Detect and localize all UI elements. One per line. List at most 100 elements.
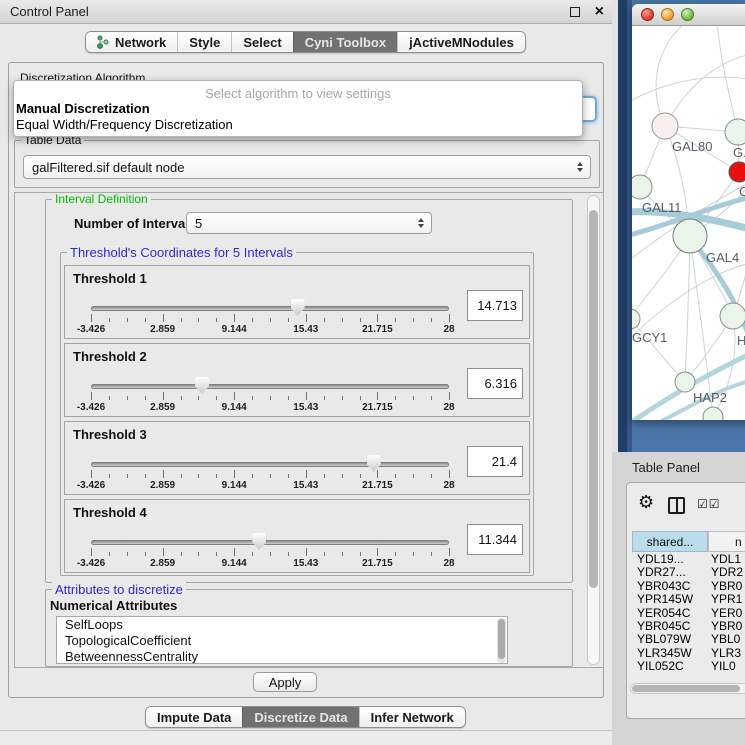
table-rows: YDL19...YDL1YDR27...YDR2YBR043CYBR0YPR14… (632, 552, 745, 675)
num-intervals-label: Number of Intervals (74, 216, 196, 231)
tab-cyni-toolbox[interactable]: Cyni Toolbox (293, 32, 397, 52)
network-node[interactable] (703, 407, 723, 420)
attributes-listbox: SelfLoopsTopologicalCoefficientBetweenne… (56, 616, 508, 664)
slider-ticks (91, 548, 449, 557)
table-horizontal-scrollbar[interactable] (630, 683, 745, 694)
control-panel-titlebar: Control Panel × (0, 0, 612, 24)
tab-infer-network[interactable]: Infer Network (359, 707, 465, 727)
network-canvas[interactable]: GAL80G.CGAL11GAL4GCY1HHAP2 (632, 26, 745, 420)
tab-jactivemnodules[interactable]: jActiveMNodules (397, 32, 525, 52)
threshold-label: Threshold 1 (73, 271, 147, 286)
gear-icon[interactable]: ⚙ (638, 492, 654, 513)
column-header-1[interactable]: shared... (632, 531, 708, 552)
network-icon (97, 35, 110, 49)
node-label: H (737, 333, 745, 348)
threshold-value-field[interactable]: 21.4 (467, 446, 523, 477)
settings-scroll-panel: Interval Definition Number of Intervals … (14, 192, 604, 668)
table-panel-region: Table Panel ⚙ ☑☑ shared...n YDL19...YDL1… (612, 452, 745, 745)
attribute-item-betweennesscentrality[interactable]: BetweennessCentrality (57, 649, 507, 664)
tab-network[interactable]: Network (86, 32, 177, 52)
attributes-scrollbar[interactable] (497, 618, 506, 663)
table-row[interactable]: YBR045CYBR0 (632, 619, 745, 632)
table-cell: YER0 (708, 606, 745, 619)
table-data-select[interactable]: galFiltered.sif default node (23, 155, 591, 179)
num-intervals-select[interactable]: 5 (186, 212, 432, 234)
table-row[interactable]: YBR043CYBR0 (632, 579, 745, 592)
network-node-h[interactable] (720, 303, 745, 329)
tab-label: Style (189, 35, 220, 50)
algorithm-option-manual-discretization[interactable]: Manual Discretization (14, 101, 582, 117)
close-window-icon[interactable] (641, 8, 654, 21)
network-node-gal4[interactable] (673, 219, 707, 253)
split-view-icon[interactable] (668, 497, 685, 514)
table-data-group: Table Data galFiltered.sif default node (14, 140, 600, 188)
float-panel-icon[interactable] (570, 7, 580, 17)
interval-definition-group: Interval Definition Number of Intervals … (45, 199, 573, 583)
table-row[interactable]: YDL19...YDL1 (632, 552, 745, 565)
threshold-slider-track[interactable] (91, 306, 449, 311)
network-window-titlebar[interactable] (632, 4, 745, 26)
table-cell: YDL1 (708, 552, 745, 565)
algorithm-option-equal-width-frequency-discretization[interactable]: Equal Width/Frequency Discretization (14, 117, 582, 133)
select-columns-icon[interactable]: ☑☑ (697, 497, 721, 511)
node-label: GAL80 (672, 139, 712, 154)
zoom-window-icon[interactable] (681, 8, 694, 21)
threshold-slider-track[interactable] (91, 462, 449, 467)
network-node-gal80[interactable] (652, 113, 678, 139)
table-data-selected-value: galFiltered.sif default node (32, 156, 184, 179)
control-panel: Control Panel × Network Style Select Cyni T… (0, 0, 612, 745)
node-label: C (739, 184, 745, 199)
combo-spinner-icon (418, 217, 425, 229)
threshold-value-field[interactable]: 14.713 (467, 290, 523, 321)
attribute-item-topologicalcoefficient[interactable]: TopologicalCoefficient (57, 633, 507, 649)
tab-impute-data[interactable]: Impute Data (146, 707, 242, 727)
table-cell: YDR2 (708, 565, 745, 578)
tab-label: Select (243, 35, 281, 50)
column-header-2[interactable]: n (708, 531, 745, 552)
thresholds-group-title: Threshold's Coordinates for 5 Intervals (67, 245, 296, 260)
threshold-value-field[interactable]: 11.344 (467, 524, 523, 555)
tab-discretize-data[interactable]: Discretize Data (242, 707, 358, 727)
network-node-g[interactable] (725, 119, 745, 145)
thresholds-group: Threshold's Coordinates for 5 Intervals … (60, 252, 534, 576)
table-row[interactable]: YDR27...YDR2 (632, 565, 745, 578)
top-tab-bar: Network Style Select Cyni Toolbox jActiveMNo… (85, 31, 526, 53)
network-node-hap2[interactable] (675, 372, 695, 392)
table-cell: YPR1 (708, 592, 745, 605)
network-node-c[interactable] (729, 162, 745, 182)
table-cell: YBR043C (632, 579, 708, 592)
close-panel-icon[interactable]: × (595, 1, 604, 23)
tab-label: jActiveMNodules (409, 35, 514, 50)
table-cell: YIL052C (632, 659, 708, 672)
tab-label: Impute Data (157, 710, 231, 725)
table-row[interactable]: YPR145WYPR1 (632, 592, 745, 605)
table-row[interactable]: YLR345WYLR3 (632, 646, 745, 659)
threshold-value-field[interactable]: 6.316 (467, 368, 523, 399)
attributes-group-title: Attributes to discretize (52, 582, 186, 597)
tab-style[interactable]: Style (177, 32, 231, 52)
bottom-tab-bar: Impute Data Discretize DataInfer Network (145, 706, 466, 728)
threshold-slider-track[interactable] (91, 384, 449, 389)
tab-select[interactable]: Select (231, 32, 292, 52)
node-label: G. (733, 145, 745, 160)
right-region: GAL80G.CGAL11GAL4GCY1HHAP2 Table Panel ⚙… (612, 0, 745, 745)
threshold-slider-track[interactable] (91, 540, 449, 545)
table-row[interactable]: YIL052CYIL0 (632, 659, 745, 672)
network-desktop: GAL80G.CGAL11GAL4GCY1HHAP2 (618, 0, 745, 452)
apply-button[interactable]: Apply (253, 672, 317, 692)
table-header-row: shared...n (632, 531, 745, 552)
table-cell: YBL0 (708, 632, 745, 645)
threshold-panel-threshold-1: Threshold 1-3.4262.8599.14415.4321.71528… (64, 265, 530, 339)
network-node-gal11[interactable] (632, 175, 652, 199)
table-row[interactable]: YER054CYER0 (632, 606, 745, 619)
algorithm-placeholder-option[interactable]: Select algorithm to view settings (14, 81, 582, 101)
network-node-gcy1[interactable] (632, 309, 640, 329)
threshold-label: Threshold 4 (73, 505, 147, 520)
attribute-item-selfloops[interactable]: SelfLoops (57, 617, 507, 633)
table-cell: YLR345W (632, 646, 708, 659)
table-row[interactable]: YBL079WYBL0 (632, 632, 745, 645)
minimize-window-icon[interactable] (661, 8, 674, 21)
panel-vertical-scrollbar[interactable] (587, 195, 600, 665)
table-cell: YBR0 (708, 619, 745, 632)
panel-bottom-strip (0, 730, 612, 745)
